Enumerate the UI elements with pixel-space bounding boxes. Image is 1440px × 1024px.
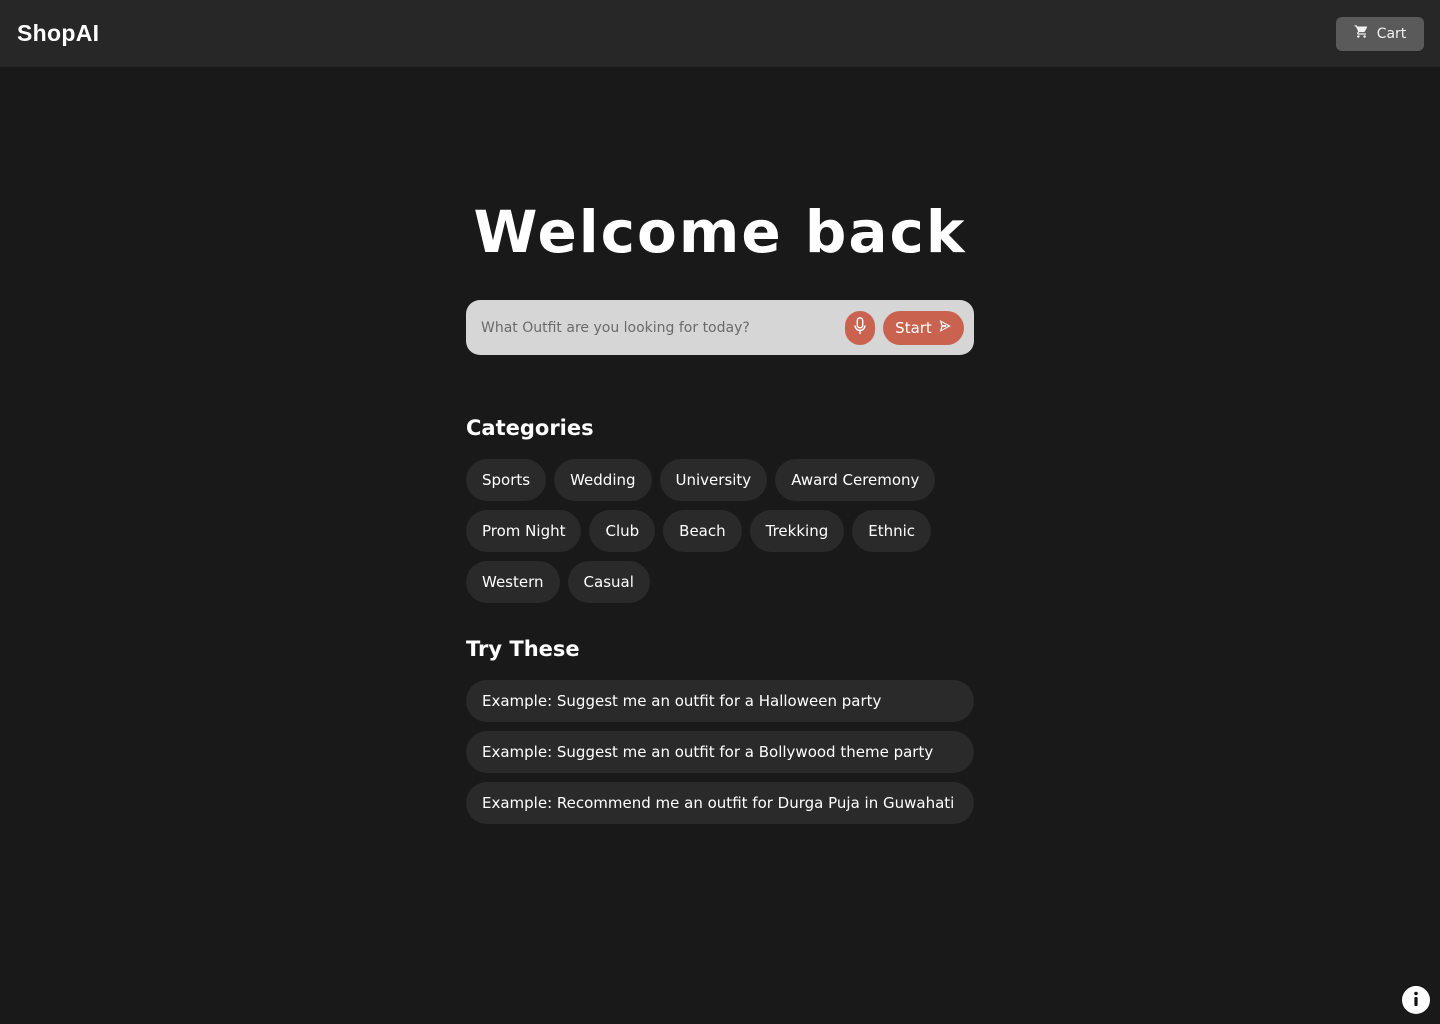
try-these-heading: Try These	[466, 637, 580, 661]
example-prompt-bollywood[interactable]: Example: Suggest me an outfit for a Boll…	[466, 731, 974, 773]
category-chip-award-ceremony[interactable]: Award Ceremony	[775, 459, 936, 501]
cart-button[interactable]: Cart	[1336, 16, 1424, 51]
category-chip-ethnic[interactable]: Ethnic	[852, 510, 932, 552]
start-button[interactable]: Start	[883, 310, 964, 345]
info-button[interactable]	[1402, 985, 1430, 1016]
example-prompts: Example: Suggest me an outfit for a Hall…	[466, 680, 974, 824]
send-arrow-icon	[938, 319, 952, 337]
categories-heading: Categories	[466, 416, 594, 440]
microphone-icon	[852, 317, 868, 338]
example-prompt-durga-puja[interactable]: Example: Recommend me an outfit for Durg…	[466, 782, 974, 824]
category-chip-casual[interactable]: Casual	[567, 561, 650, 603]
outfit-search-input[interactable]	[481, 319, 845, 336]
search-bar: Start	[466, 300, 974, 355]
start-label: Start	[895, 318, 932, 337]
cart-label: Cart	[1376, 25, 1407, 42]
brand-logo[interactable]: ShopAI	[17, 20, 99, 47]
category-chips: Sports Wedding University Award Ceremony…	[466, 459, 974, 603]
category-chip-wedding[interactable]: Wedding	[554, 459, 652, 501]
category-chip-western[interactable]: Western	[466, 561, 560, 603]
top-bar: ShopAI Cart	[0, 0, 1440, 67]
welcome-title: Welcome back	[473, 198, 967, 266]
category-chip-trekking[interactable]: Trekking	[749, 510, 845, 552]
info-icon	[1402, 985, 1430, 1016]
cart-icon	[1354, 24, 1369, 43]
example-prompt-halloween[interactable]: Example: Suggest me an outfit for a Hall…	[466, 680, 974, 722]
category-chip-sports[interactable]: Sports	[466, 459, 547, 501]
category-chip-university[interactable]: University	[659, 459, 768, 501]
category-chip-prom-night[interactable]: Prom Night	[466, 510, 582, 552]
microphone-button[interactable]	[845, 310, 875, 345]
category-chip-beach[interactable]: Beach	[663, 510, 742, 552]
category-chip-club[interactable]: Club	[589, 510, 656, 552]
